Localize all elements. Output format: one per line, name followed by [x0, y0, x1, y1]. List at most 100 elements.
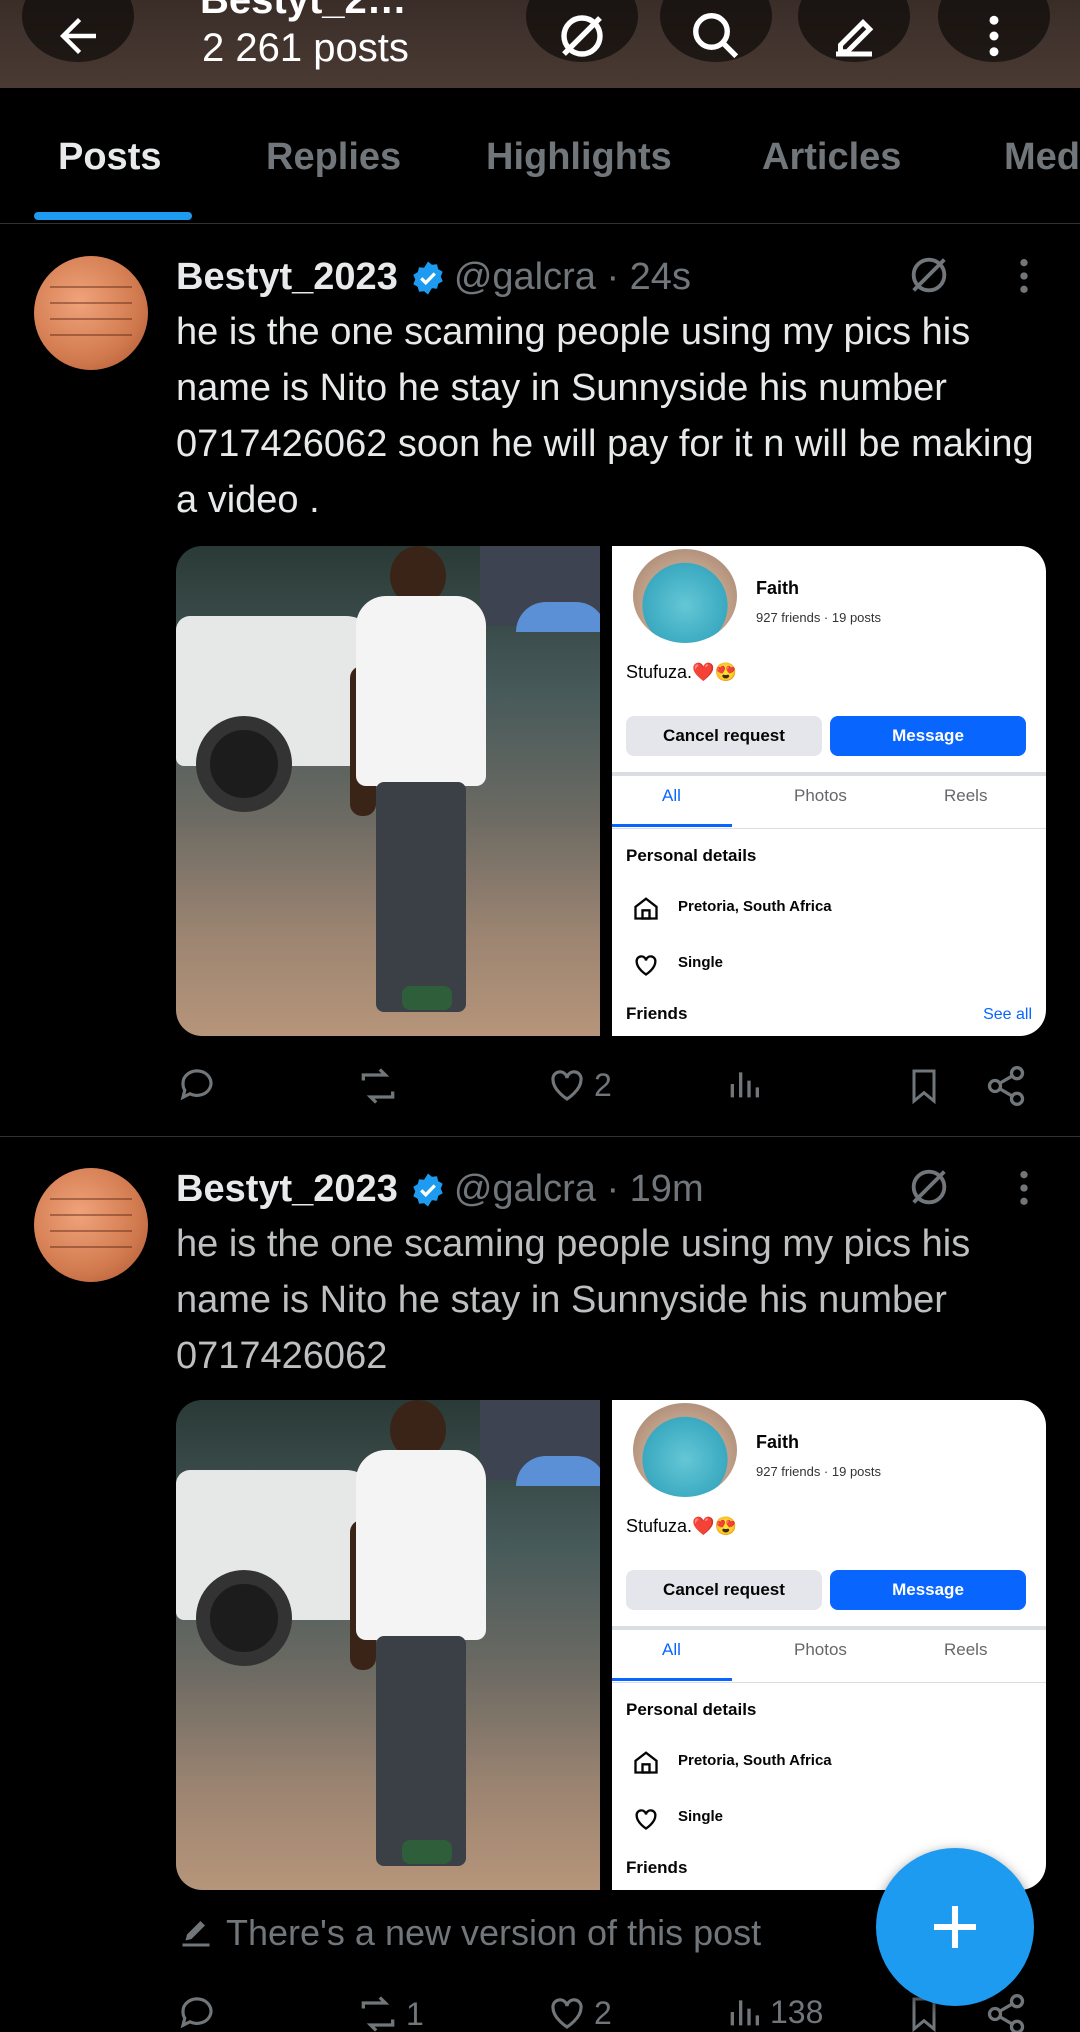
profile-name: Bestyt_2…: [200, 0, 407, 22]
heart-icon: [635, 1809, 657, 1830]
new-version-notice[interactable]: There's a new version of this post: [178, 1912, 761, 1954]
like-button[interactable]: 2: [546, 1064, 612, 1106]
search-icon: [693, 13, 739, 59]
fb-message-label: Message: [892, 726, 964, 745]
fb-avatar: [630, 546, 740, 646]
reply-icon: [180, 1069, 213, 1101]
screenshot-image[interactable]: Faith 927 friends · 19 posts Stufuza.❤️😍…: [612, 546, 1046, 1036]
more-vertical-icon: [989, 15, 999, 57]
bookmark-icon[interactable]: [904, 1064, 944, 1108]
fb-cancel-request-button: Cancel request: [626, 1570, 822, 1610]
post-media[interactable]: Faith 927 friends · 19 posts Stufuza.❤️😍…: [176, 546, 1046, 1036]
fb-name: Faith: [756, 578, 799, 598]
grok-icon[interactable]: [906, 1164, 952, 1210]
repost-button[interactable]: [356, 1064, 406, 1108]
repost-icon: [361, 1068, 395, 1104]
post-actions: 1 2 138: [176, 1992, 1036, 2032]
post-header: Bestyt_2023 @galcra · 19m: [176, 1168, 704, 1211]
grok-button[interactable]: [526, 0, 638, 62]
post-media[interactable]: Faith 927 friends · 19 posts Stufuza.❤️😍…: [176, 1400, 1046, 1890]
views-icon: [730, 1072, 759, 1098]
fb-avatar: [630, 1400, 740, 1500]
display-name[interactable]: Bestyt_2023: [176, 1168, 398, 1211]
heart-icon: [551, 1070, 583, 1101]
fb-see-all: See all: [983, 1006, 1033, 1023]
fb-message-button: Message: [830, 716, 1026, 756]
reply-button[interactable]: [176, 1992, 224, 2032]
reply-icon: [180, 1997, 213, 2029]
fb-tab-photos: Photos: [794, 786, 847, 805]
heart-icon: [635, 955, 657, 976]
fb-location: Pretoria, South Africa: [678, 898, 832, 915]
post-count: 2 261 posts: [202, 26, 409, 70]
fb-tab-all: All: [662, 786, 681, 805]
verified-badge-icon: [413, 1173, 443, 1206]
photo-image[interactable]: [176, 546, 601, 1036]
share-icon[interactable]: [984, 1992, 1028, 2032]
post-header: Bestyt_2023 @galcra · 24s: [176, 256, 691, 299]
fb-friends-label: Friends: [626, 1004, 688, 1023]
fb-tab-all: All: [662, 1640, 681, 1659]
grok-icon[interactable]: [906, 252, 952, 298]
screenshot-image[interactable]: Faith 927 friends · 19 posts Stufuza.❤️😍…: [612, 1400, 1046, 1890]
views-button[interactable]: [724, 1064, 770, 1104]
fb-tab-reels: Reels: [944, 1640, 988, 1659]
post-actions: 2: [176, 1064, 1036, 1114]
like-count: 2: [594, 1994, 612, 2031]
edit-icon: [836, 18, 874, 57]
home-icon: [634, 1751, 658, 1774]
more-options-icon[interactable]: [1014, 1168, 1034, 1208]
reply-button[interactable]: [176, 1064, 224, 1106]
avatar[interactable]: [34, 256, 148, 370]
grok-icon: [561, 15, 603, 57]
fb-message-button: Message: [830, 1570, 1026, 1610]
fb-location: Pretoria, South Africa: [678, 1752, 832, 1769]
edit-button[interactable]: [798, 0, 910, 62]
heart-icon: [551, 1998, 583, 2029]
plus-icon: [934, 1906, 976, 1948]
active-tab-indicator: [34, 212, 192, 220]
post[interactable]: Bestyt_2023 @galcra · 24s he is the one …: [0, 226, 1080, 1136]
fb-message-label: Message: [892, 1580, 964, 1599]
fb-name: Faith: [756, 1432, 799, 1452]
fb-section-title: Personal details: [626, 846, 757, 865]
tab-posts[interactable]: Posts: [58, 136, 161, 179]
tab-articles[interactable]: Articles: [762, 136, 901, 179]
back-arrow-icon: [60, 18, 96, 54]
back-button[interactable]: [22, 0, 134, 62]
verified-badge-icon: [413, 261, 443, 294]
fb-cancel-label: Cancel request: [663, 726, 785, 745]
share-icon[interactable]: [984, 1064, 1028, 1108]
views-count: 138: [770, 1993, 824, 2030]
tab-replies[interactable]: Replies: [266, 136, 401, 179]
views-button[interactable]: 138: [724, 1992, 823, 2032]
new-version-text: There's a new version of this post: [226, 1912, 762, 1953]
fb-relationship: Single: [678, 954, 724, 971]
fb-bio: Stufuza.❤️😍: [626, 1516, 737, 1536]
more-options-icon[interactable]: [1014, 256, 1034, 296]
photo-image[interactable]: [176, 1400, 601, 1890]
compose-button[interactable]: [876, 1848, 1034, 2006]
home-icon: [634, 897, 658, 920]
tab-media[interactable]: Med: [1004, 136, 1080, 179]
fb-friends-label: Friends: [626, 1858, 688, 1877]
post-text: he is the one scaming people using my pi…: [176, 311, 1034, 521]
repost-button[interactable]: 1: [356, 1992, 424, 2032]
fb-tab-reels: Reels: [944, 786, 988, 805]
fb-section-title: Personal details: [626, 1700, 757, 1719]
fb-cancel-request-button: Cancel request: [626, 716, 822, 756]
avatar[interactable]: [34, 1168, 148, 1282]
fb-tab-photos: Photos: [794, 1640, 847, 1659]
profile-header: Bestyt_2… 2 261 posts: [0, 0, 1080, 88]
repost-count: 1: [406, 1995, 424, 2032]
more-button[interactable]: [938, 0, 1050, 62]
fb-stats: 927 friends · 19 posts: [756, 610, 882, 625]
search-button[interactable]: [660, 0, 772, 62]
profile-tabs: Posts Replies Highlights Articles Med: [0, 88, 1080, 224]
views-icon: [730, 2000, 759, 2026]
repost-icon: [361, 1996, 395, 2032]
like-button[interactable]: 2: [546, 1992, 612, 2032]
display-name[interactable]: Bestyt_2023: [176, 256, 398, 299]
tab-highlights[interactable]: Highlights: [486, 136, 672, 179]
like-count: 2: [594, 1066, 612, 1103]
